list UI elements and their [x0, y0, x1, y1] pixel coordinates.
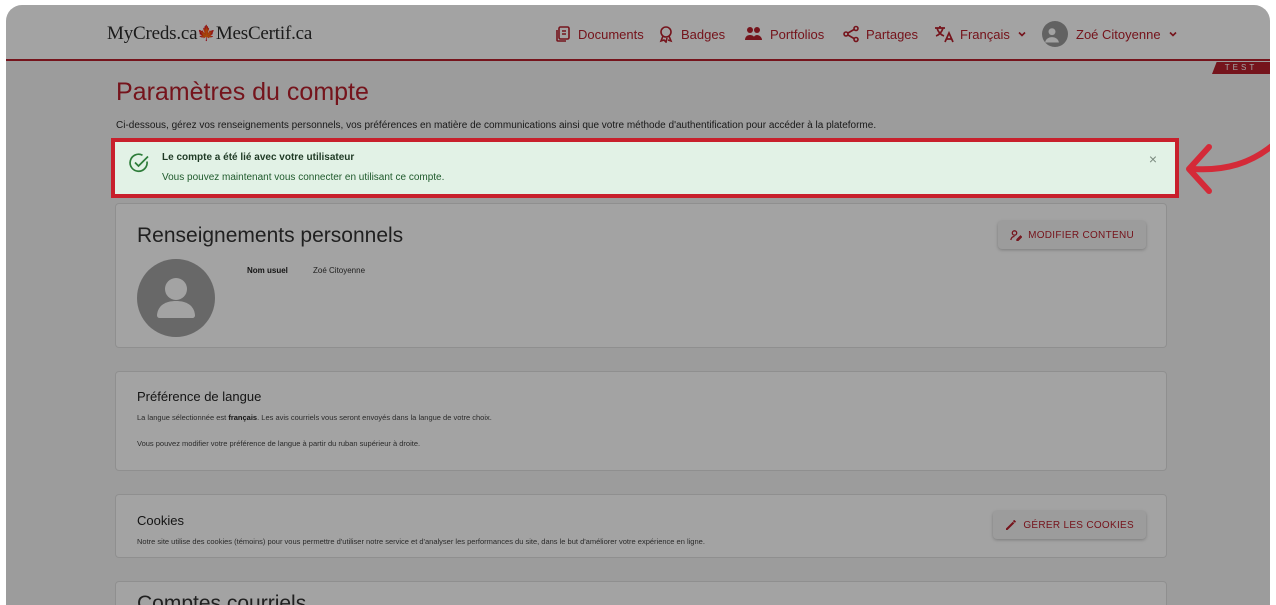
language-preference-text: La langue sélectionnée est français. Les… — [137, 413, 492, 422]
edit-content-button[interactable]: MODIFIER CONTENU — [998, 221, 1146, 249]
user-icon — [1045, 28, 1059, 43]
personal-info-card: Renseignements personnels MODIFIER CONTE… — [115, 203, 1167, 348]
nav-partages[interactable]: Partages — [842, 23, 918, 45]
top-navbar: MyCreds.ca🍁MesCertif.ca Documents Badges… — [6, 5, 1270, 61]
cookies-card: Cookies Notre site utilise des cookies (… — [115, 494, 1167, 558]
maple-leaf-icon: 🍁 — [197, 26, 216, 42]
success-alert: Le compte a été lié avec votre utilisate… — [111, 138, 1179, 198]
name-value: Zoé Citoyenne — [313, 266, 366, 275]
documents-icon — [556, 26, 570, 42]
language-text-prefix: La langue sélectionnée est — [137, 413, 229, 422]
name-label: Nom usuel — [247, 266, 288, 275]
share-icon — [843, 25, 859, 43]
brand-logo[interactable]: MyCreds.ca🍁MesCertif.ca — [107, 23, 312, 45]
chevron-down-icon — [1168, 31, 1177, 37]
nav-badges-label: Badges — [681, 26, 726, 42]
nav-portfolios[interactable]: Portfolios — [744, 23, 824, 45]
page-title: Paramètres du compte — [116, 78, 369, 106]
email-accounts-card: Comptes courriels — [115, 581, 1167, 605]
nav-partages-label: Partages — [866, 26, 919, 42]
language-label: Français — [960, 26, 1010, 42]
nav-documents-label: Documents — [578, 26, 644, 42]
alert-title: Le compte a été lié avec votre utilisate… — [162, 152, 355, 163]
user-avatar — [1042, 21, 1068, 47]
nav-badges[interactable]: Badges — [657, 23, 725, 45]
environment-badge: TEST — [1212, 62, 1270, 74]
email-accounts-title: Comptes courriels — [137, 592, 307, 605]
edit-content-label: MODIFIER CONTENU — [1028, 229, 1134, 241]
page-description: Ci-dessous, gérez vos renseignements per… — [116, 120, 877, 131]
alert-close-button[interactable]: × — [1149, 151, 1157, 167]
personal-info-title: Renseignements personnels — [137, 224, 404, 247]
app-window: MyCreds.ca🍁MesCertif.ca Documents Badges… — [6, 5, 1270, 605]
cookies-text: Notre site utilise des cookies (témoins)… — [137, 537, 705, 546]
alert-message: Vous pouvez maintenant vous connecter en… — [162, 172, 445, 183]
language-text-suffix: . Les avis courriels vous seront envoyés… — [257, 413, 492, 422]
chevron-down-icon — [1018, 31, 1026, 37]
user-edit-icon — [1010, 230, 1023, 241]
language-selector[interactable]: Français — [934, 23, 1034, 45]
brand-name: MyCreds.ca — [107, 23, 198, 44]
translate-icon — [935, 26, 954, 43]
annotation-arrow-icon — [1186, 143, 1270, 194]
badge-icon — [659, 26, 673, 43]
user-icon — [157, 278, 195, 318]
profile-avatar — [137, 259, 215, 337]
cookies-title: Cookies — [137, 513, 184, 528]
check-circle-icon — [129, 153, 149, 173]
pencil-icon — [1006, 520, 1017, 530]
selected-language: français — [228, 413, 258, 422]
brand-suffix: MesCertif.ca — [215, 23, 313, 44]
nav-portfolios-label: Portfolios — [770, 26, 825, 42]
user-name: Zoé Citoyenne — [1076, 26, 1161, 42]
nav-documents[interactable]: Documents — [554, 23, 644, 45]
manage-cookies-button[interactable]: GÉRER LES COOKIES — [993, 511, 1146, 539]
language-preference-hint: Vous pouvez modifier votre préférence de… — [137, 439, 421, 448]
portfolio-icon — [745, 27, 762, 40]
user-menu[interactable]: Zoé Citoyenne — [1042, 21, 1185, 47]
manage-cookies-label: GÉRER LES COOKIES — [1023, 519, 1134, 531]
language-preference-card: Préférence de langue La langue sélection… — [115, 371, 1167, 471]
language-preference-title: Préférence de langue — [137, 389, 262, 404]
